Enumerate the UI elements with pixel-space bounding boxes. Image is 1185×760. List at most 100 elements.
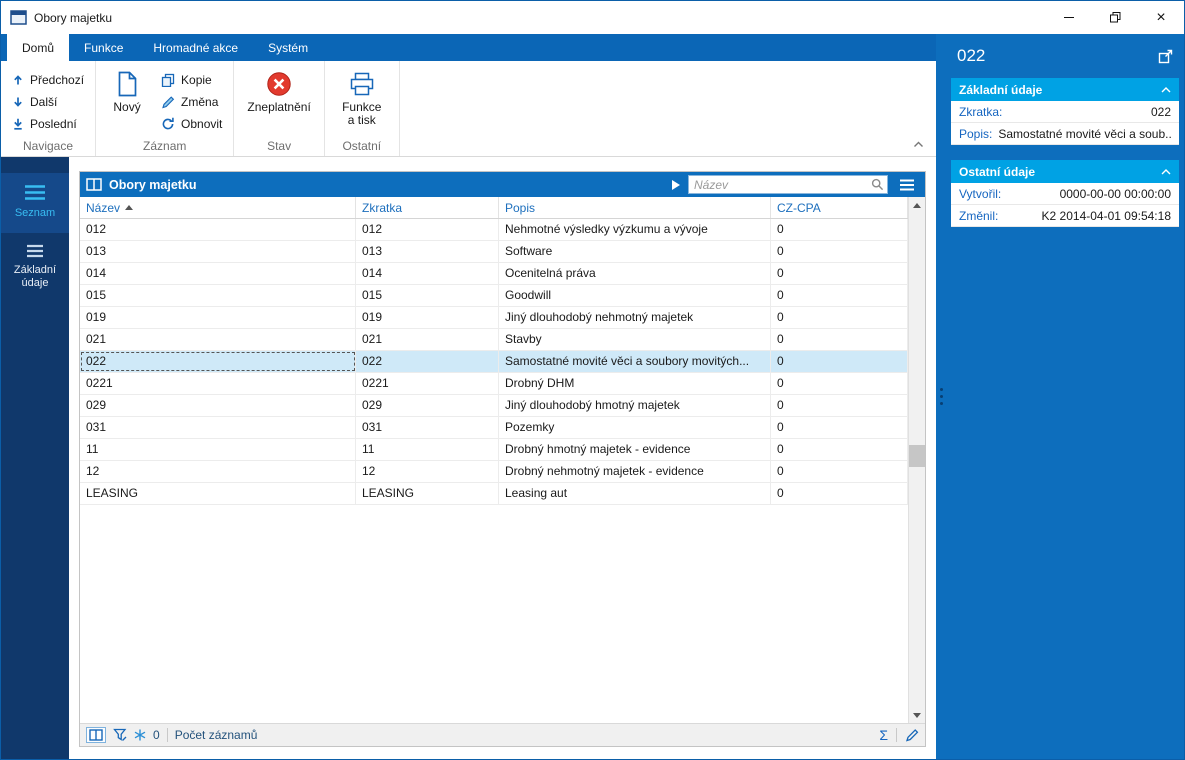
table-cell: 013 [356, 241, 499, 262]
table-cell: Drobný hmotný majetek - evidence [499, 439, 771, 460]
document-icon [117, 70, 138, 98]
section-header-ostatni-udaje[interactable]: Ostatní údaje [951, 160, 1179, 183]
section-header-zakladni-udaje[interactable]: Základní údaje [951, 78, 1179, 101]
edit-record-button[interactable] [905, 728, 919, 742]
table-cell: 12 [80, 461, 356, 482]
tab-system[interactable]: Systém [253, 34, 323, 61]
arrow-down-to-bar-icon [14, 118, 22, 130]
table-row[interactable]: 031 031 Pozemky 0 [80, 417, 908, 439]
functions-print-button[interactable]: Funkce a tisk [331, 64, 393, 129]
field-value: Samostatné movité věci a soub... [998, 126, 1171, 141]
sum-button[interactable]: Σ [879, 727, 888, 743]
table-cell: 0 [771, 219, 908, 240]
table-cell: Nehmotné výsledky výzkumu a vývoje [499, 219, 771, 240]
sidebar-item-zakladni-udaje-label: Základní údaje [13, 264, 57, 289]
table-panel-title: Obory majetku [109, 177, 197, 192]
column-header-nazev[interactable]: Název [80, 197, 356, 218]
table-cell: 014 [80, 263, 356, 284]
columns-icon [89, 729, 103, 741]
table-panel: Obory majetku Název Název Zkratka Popis … [79, 171, 926, 747]
field-vytvoril: Vytvořil: 0000-00-00 00:00:00 [951, 183, 1179, 205]
columns-view-button[interactable] [86, 727, 106, 743]
copy-icon [161, 73, 175, 87]
ribbon: Předchozí Další Poslední Navigace Nový K… [1, 61, 936, 157]
column-header-popis[interactable]: Popis [499, 197, 771, 218]
table-row[interactable]: 013 013 Software 0 [80, 241, 908, 263]
frozen-count: 0 [153, 728, 160, 742]
ribbon-group-ostatni: Funkce a tisk Ostatní [325, 61, 400, 156]
table-row[interactable]: 019 019 Jiný dlouhodobý nehmotný majetek 0 [80, 307, 908, 329]
menu-button[interactable] [896, 175, 918, 194]
table-row[interactable]: 014 014 Ocenitelná práva 0 [80, 263, 908, 285]
ribbon-tabbar: Domů Funkce Hromadné akce Systém [1, 34, 936, 61]
table-cell: 029 [356, 395, 499, 416]
field-value: 0000-00-00 00:00:00 [1059, 186, 1171, 201]
scrollbar-track[interactable] [909, 213, 925, 707]
scrollbar-thumb[interactable] [909, 445, 925, 468]
search-input[interactable] [694, 177, 871, 192]
vertical-scrollbar[interactable] [908, 197, 925, 723]
last-label: Poslední [30, 116, 77, 131]
scroll-down-button[interactable] [909, 707, 925, 723]
table-row[interactable]: 021 021 Stavby 0 [80, 329, 908, 351]
table-row[interactable]: 12 12 Drobný nehmotný majetek - evidence 0 [80, 461, 908, 483]
minimize-button[interactable] [1046, 1, 1092, 34]
ribbon-collapse-button[interactable] [913, 137, 924, 151]
table-cell: 0221 [80, 373, 356, 394]
edit-label: Změna [181, 94, 219, 109]
pencil-icon [162, 95, 175, 108]
table-row[interactable]: 029 029 Jiný dlouhodobý hmotný majetek 0 [80, 395, 908, 417]
tab-funkce[interactable]: Funkce [69, 34, 138, 61]
sidebar-item-seznam[interactable]: Seznam [1, 173, 69, 233]
group-label-stav: Stav [267, 139, 292, 153]
table-cell: Pozemky [499, 417, 771, 438]
play-icon[interactable] [672, 179, 680, 190]
record-count-label: Počet záznamů [174, 728, 258, 742]
table-row[interactable]: 0221 0221 Drobný DHM 0 [80, 373, 908, 395]
table-row-selected[interactable]: 022 022 Samostatné movité věci a soubory m… [80, 351, 908, 373]
scroll-down-icon [913, 712, 921, 718]
last-button[interactable]: Poslední [7, 113, 82, 134]
refresh-icon [162, 117, 174, 129]
new-label: Nový [113, 100, 141, 114]
app-window: Obory majetku × Domů Funkce Hromadné akc… [0, 0, 1185, 760]
app-icon [10, 10, 27, 25]
body: Seznam Základní údaje Obory majetku Náze… [1, 157, 936, 759]
previous-button[interactable]: Předchozí [7, 69, 89, 90]
invalidate-button[interactable]: Zneplatnění [240, 64, 317, 116]
table-cell: Software [499, 241, 771, 262]
close-button[interactable]: × [1138, 1, 1184, 34]
copy-button[interactable]: Kopie [156, 69, 227, 90]
splitter-grip-icon [939, 388, 943, 405]
edit-button[interactable]: Změna [156, 91, 227, 112]
field-popis: Popis: Samostatné movité věci a soub... [951, 123, 1179, 145]
freeze-button[interactable] [134, 729, 146, 741]
column-header-zkratka[interactable]: Zkratka [356, 197, 499, 218]
table-cell: 014 [356, 263, 499, 284]
table-row[interactable]: LEASING LEASING Leasing aut 0 [80, 483, 908, 505]
panel-splitter[interactable] [936, 34, 946, 759]
scroll-up-button[interactable] [909, 197, 925, 213]
column-header-cz-cpa[interactable]: CZ-CPA [771, 197, 908, 218]
open-in-window-button[interactable] [1158, 49, 1173, 64]
table-cell: 0 [771, 351, 908, 372]
maximize-button[interactable] [1092, 1, 1138, 34]
sidebar-item-zakladni-udaje[interactable]: Základní údaje [1, 233, 69, 303]
next-button[interactable]: Další [7, 91, 62, 112]
collapse-chevron-icon [1161, 86, 1171, 93]
copy-label: Kopie [181, 72, 212, 87]
content-row: Domů Funkce Hromadné akce Systém Předcho… [1, 34, 1184, 759]
table-row[interactable]: 012 012 Nehmotné výsledky výzkumu a vývoje… [80, 219, 908, 241]
main-area: Obory majetku Název Název Zkratka Popis … [69, 157, 936, 759]
tab-domu[interactable]: Domů [7, 34, 70, 61]
filter-button[interactable] [113, 728, 127, 742]
section-ostatni-udaje: Ostatní údaje Vytvořil: 0000-00-00 00:00… [951, 160, 1179, 227]
tab-hromadne-akce[interactable]: Hromadné akce [138, 34, 253, 61]
table-cell: Drobný DHM [499, 373, 771, 394]
new-button[interactable]: Nový [102, 64, 152, 116]
field-zmenil: Změnil: K2 2014-04-01 09:54:18 [951, 205, 1179, 227]
table-row[interactable]: 11 11 Drobný hmotný majetek - evidence 0 [80, 439, 908, 461]
table-row[interactable]: 015 015 Goodwill 0 [80, 285, 908, 307]
statusbar-separator [896, 728, 897, 742]
refresh-button[interactable]: Obnovit [156, 113, 227, 134]
